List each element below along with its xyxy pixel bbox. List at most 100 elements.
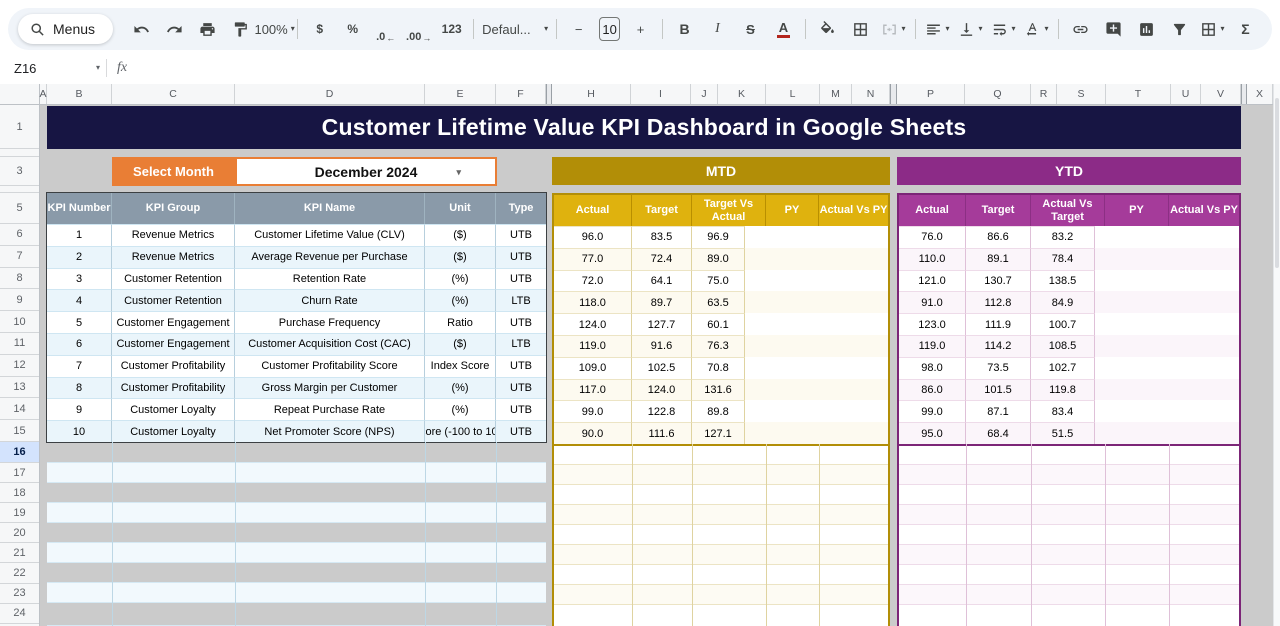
column-header-X[interactable]: X — [1247, 84, 1273, 104]
mtd-header-cell[interactable]: Target — [632, 195, 692, 226]
zoom-select[interactable]: 100% ▾ — [254, 15, 294, 43]
kpi-type-cell[interactable]: UTB — [496, 311, 546, 333]
column-header-I[interactable]: I — [631, 84, 691, 104]
text-rotation-button[interactable]: ▾ — [1020, 15, 1053, 43]
kpi-group-cell[interactable]: Customer Loyalty — [112, 420, 235, 442]
paint-format-button[interactable] — [224, 15, 257, 43]
mtd-header-cell[interactable]: PY — [766, 195, 819, 226]
row-header-13[interactable]: 13 — [0, 377, 39, 399]
ytd-actual-cell[interactable]: 76.0 — [899, 226, 966, 248]
ytd-actual-cell[interactable]: 110.0 — [899, 247, 966, 270]
mtd-target-cell[interactable]: 122.8 — [632, 400, 692, 423]
italic-button[interactable]: I — [701, 15, 734, 43]
mtd-py-cell[interactable]: 89.8 — [692, 400, 745, 423]
ytd-actual-cell[interactable]: 121.0 — [899, 269, 966, 292]
row-header-11[interactable]: 11 — [0, 333, 39, 355]
empty-row[interactable] — [899, 565, 1239, 585]
kpi-header-cell[interactable]: KPI Group — [112, 193, 235, 224]
kpi-unit-cell[interactable]: (%) — [425, 376, 496, 399]
mtd-actual-cell[interactable]: 99.0 — [554, 400, 632, 423]
kpi-group-cell[interactable]: Customer Engagement — [112, 311, 235, 333]
kpi-header-cell[interactable]: Type — [496, 193, 546, 224]
row-header-10[interactable]: 10 — [0, 311, 39, 333]
mtd-target-cell[interactable]: 89.7 — [632, 291, 692, 314]
row-header-17[interactable]: 17 — [0, 463, 39, 484]
ytd-py-cell[interactable]: 100.7 — [1031, 313, 1095, 335]
ytd-target-cell[interactable]: 130.7 — [966, 269, 1031, 292]
borders-button[interactable] — [844, 15, 877, 43]
menus-search[interactable]: Menus — [18, 14, 114, 44]
row-header-14[interactable]: 14 — [0, 398, 39, 421]
mtd-target-cell[interactable]: 124.0 — [632, 378, 692, 401]
mtd-py-cell[interactable]: 63.5 — [692, 291, 745, 314]
mtd-py-cell[interactable]: 70.8 — [692, 356, 745, 379]
cell-name-box[interactable]: Z16 ▾ — [0, 61, 100, 76]
vertical-align-button[interactable]: ▾ — [954, 15, 987, 43]
row-header-9[interactable]: 9 — [0, 289, 39, 312]
print-button[interactable] — [191, 15, 224, 43]
empty-row[interactable] — [47, 563, 546, 583]
row-header-6[interactable]: 6 — [0, 224, 39, 246]
kpi-unit-cell[interactable]: (%) — [425, 289, 496, 312]
kpi-type-cell[interactable]: LTB — [496, 332, 546, 355]
mtd-py-cell[interactable]: 89.0 — [692, 247, 745, 270]
ytd-header-cell[interactable]: Actual Vs Target — [1031, 195, 1105, 226]
column-header-M[interactable]: M — [820, 84, 852, 104]
empty-row[interactable] — [899, 545, 1239, 565]
mtd-actual-cell[interactable]: 90.0 — [554, 422, 632, 444]
kpi-unit-cell[interactable]: Score (-100 to 100) — [425, 420, 496, 442]
kpi-type-cell[interactable]: UTB — [496, 420, 546, 442]
ytd-py-cell[interactable]: 78.4 — [1031, 247, 1095, 270]
kpi-name-cell[interactable]: Gross Margin per Customer — [235, 376, 425, 399]
mtd-actual-cell[interactable]: 77.0 — [554, 247, 632, 270]
column-header-S[interactable]: S — [1057, 84, 1106, 104]
empty-row[interactable] — [47, 483, 546, 503]
ytd-py-cell[interactable]: 84.9 — [1031, 291, 1095, 314]
row-header-4[interactable] — [0, 186, 39, 193]
vertical-scrollbar[interactable] — [1273, 84, 1280, 626]
ytd-target-cell[interactable]: 87.1 — [966, 400, 1031, 423]
empty-row[interactable] — [554, 565, 888, 585]
column-header-V[interactable]: V — [1201, 84, 1241, 104]
row-header-5[interactable]: 5 — [0, 193, 39, 224]
kpi-unit-cell[interactable]: Ratio — [425, 311, 496, 333]
mtd-target-cell[interactable]: 83.5 — [632, 226, 692, 248]
column-header-J[interactable]: J — [691, 84, 718, 104]
kpi-name-cell[interactable]: Retention Rate — [235, 267, 425, 290]
kpi-type-cell[interactable]: UTB — [496, 376, 546, 399]
kpi-unit-cell[interactable]: (%) — [425, 398, 496, 421]
row-header-2[interactable] — [0, 149, 39, 157]
font-select[interactable]: Defaul... ▾ — [479, 15, 551, 43]
mtd-actual-cell[interactable]: 124.0 — [554, 313, 632, 335]
mtd-py-cell[interactable]: 131.6 — [692, 378, 745, 401]
currency-format-button[interactable]: $ — [303, 15, 336, 43]
ytd-py-cell[interactable]: 119.8 — [1031, 378, 1095, 401]
column-header-Q[interactable]: Q — [965, 84, 1031, 104]
empty-row[interactable] — [899, 444, 1239, 465]
mtd-target-cell[interactable]: 127.7 — [632, 313, 692, 335]
empty-row[interactable] — [47, 503, 546, 523]
dashboard-title-cell[interactable]: Customer Lifetime Value KPI Dashboard in… — [47, 106, 1241, 149]
mtd-py-cell[interactable]: 76.3 — [692, 334, 745, 357]
more-formats-button[interactable]: 123 — [435, 15, 468, 43]
row-header-22[interactable]: 22 — [0, 564, 39, 584]
kpi-name-cell[interactable]: Customer Profitability Score — [235, 354, 425, 377]
kpi-name-cell[interactable]: Average Revenue per Purchase — [235, 245, 425, 268]
bold-button[interactable]: B — [668, 15, 701, 43]
column-header-T[interactable]: T — [1106, 84, 1171, 104]
kpi-unit-cell[interactable]: ($) — [425, 332, 496, 355]
kpi-unit-cell[interactable]: Index Score — [425, 354, 496, 377]
kpi-type-cell[interactable]: UTB — [496, 245, 546, 268]
empty-row[interactable] — [899, 525, 1239, 545]
horizontal-align-button[interactable]: ▾ — [921, 15, 954, 43]
percent-format-button[interactable]: % — [336, 15, 369, 43]
kpi-number-cell[interactable]: 5 — [47, 311, 112, 333]
ytd-py-cell[interactable]: 51.5 — [1031, 422, 1095, 444]
kpi-header-cell[interactable]: KPI Name — [235, 193, 425, 224]
empty-row[interactable] — [47, 603, 546, 626]
row-header-20[interactable]: 20 — [0, 523, 39, 544]
kpi-group-cell[interactable]: Customer Profitability — [112, 354, 235, 377]
ytd-py-cell[interactable]: 83.2 — [1031, 226, 1095, 248]
empty-row[interactable] — [899, 485, 1239, 505]
kpi-number-cell[interactable]: 4 — [47, 289, 112, 312]
